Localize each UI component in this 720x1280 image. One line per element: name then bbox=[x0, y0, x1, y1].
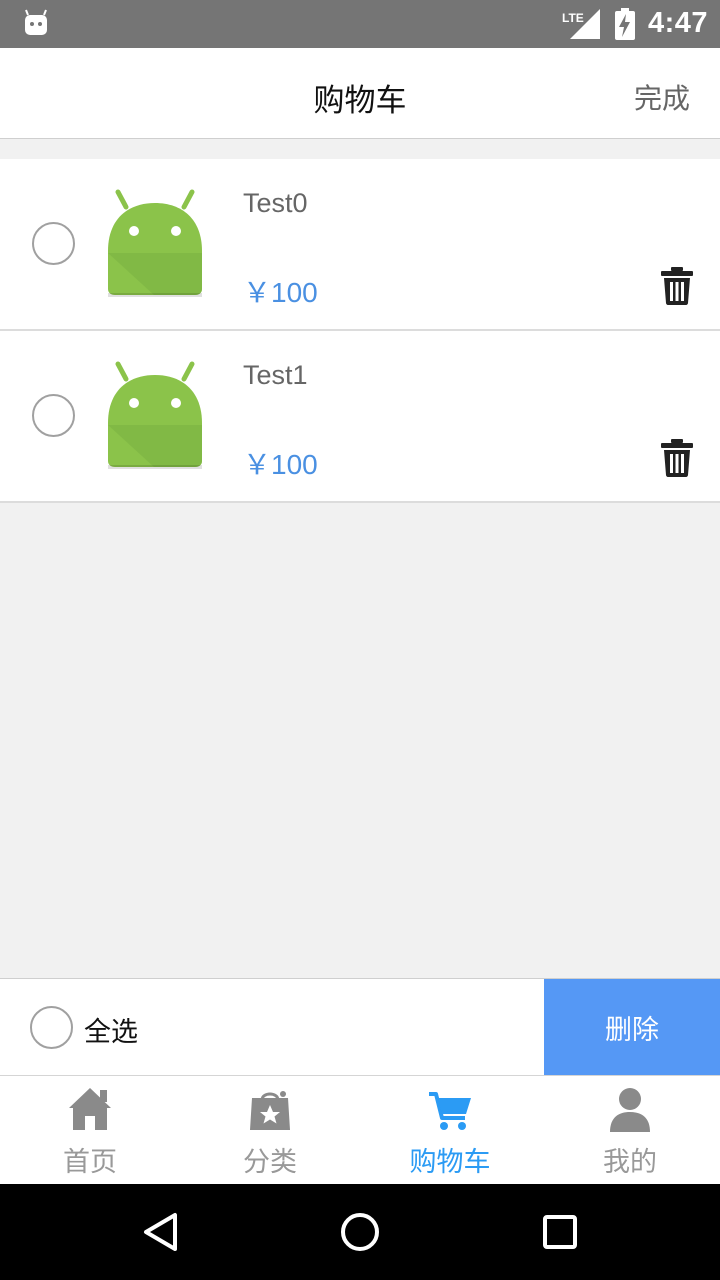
home-icon bbox=[69, 1088, 111, 1130]
trash-icon[interactable] bbox=[660, 267, 694, 305]
title-bar: 购物车 完成 bbox=[0, 48, 720, 139]
tab-home[interactable]: 首页 bbox=[0, 1076, 180, 1184]
cart-list: Test0 ￥100 Test1 ￥100 bbox=[0, 159, 720, 503]
item-name: Test1 bbox=[243, 360, 308, 390]
android-robot-icon bbox=[25, 9, 47, 35]
trash-icon[interactable] bbox=[660, 439, 694, 477]
item-select-radio[interactable] bbox=[32, 394, 75, 437]
cart-action-bar: 全选 删除 bbox=[0, 978, 720, 1075]
tab-label: 分类 bbox=[243, 1147, 297, 1178]
bottom-tab-bar: 首页 分类 购物车 我的 bbox=[0, 1075, 720, 1184]
done-button[interactable]: 完成 bbox=[634, 77, 690, 117]
item-price: ￥100 bbox=[243, 449, 318, 480]
tab-mine[interactable]: 我的 bbox=[540, 1076, 720, 1184]
signal-icon: LTE bbox=[562, 9, 600, 39]
status-bar: LTE 4:47 bbox=[0, 0, 720, 48]
page-title: 购物车 bbox=[313, 83, 407, 119]
cart-icon bbox=[429, 1092, 471, 1130]
system-nav-bar bbox=[0, 1184, 720, 1280]
status-time: 4:47 bbox=[648, 7, 709, 39]
tab-label: 首页 bbox=[63, 1147, 117, 1178]
cart-item: Test0 ￥100 bbox=[0, 159, 720, 331]
select-all-label[interactable]: 全选 bbox=[84, 1010, 138, 1049]
select-all-radio[interactable] bbox=[30, 1006, 73, 1049]
tab-label: 我的 bbox=[603, 1147, 657, 1178]
item-price: ￥100 bbox=[243, 277, 318, 308]
delete-button[interactable]: 删除 bbox=[544, 979, 720, 1075]
tab-label: 购物车 bbox=[409, 1147, 491, 1178]
item-select-radio[interactable] bbox=[32, 222, 75, 265]
svg-text:LTE: LTE bbox=[562, 11, 584, 25]
recents-icon[interactable] bbox=[542, 1214, 578, 1250]
person-icon bbox=[610, 1088, 650, 1132]
android-logo-icon bbox=[108, 189, 202, 297]
tab-cart[interactable]: 购物车 bbox=[360, 1076, 540, 1184]
battery-charging-icon bbox=[615, 8, 635, 40]
item-name: Test0 bbox=[243, 188, 308, 218]
tab-category[interactable]: 分类 bbox=[180, 1076, 360, 1184]
back-icon[interactable] bbox=[142, 1212, 178, 1252]
home-circle-icon[interactable] bbox=[340, 1212, 380, 1252]
category-bag-icon bbox=[250, 1091, 290, 1130]
android-logo-icon bbox=[108, 361, 202, 469]
cart-item: Test1 ￥100 bbox=[0, 331, 720, 503]
